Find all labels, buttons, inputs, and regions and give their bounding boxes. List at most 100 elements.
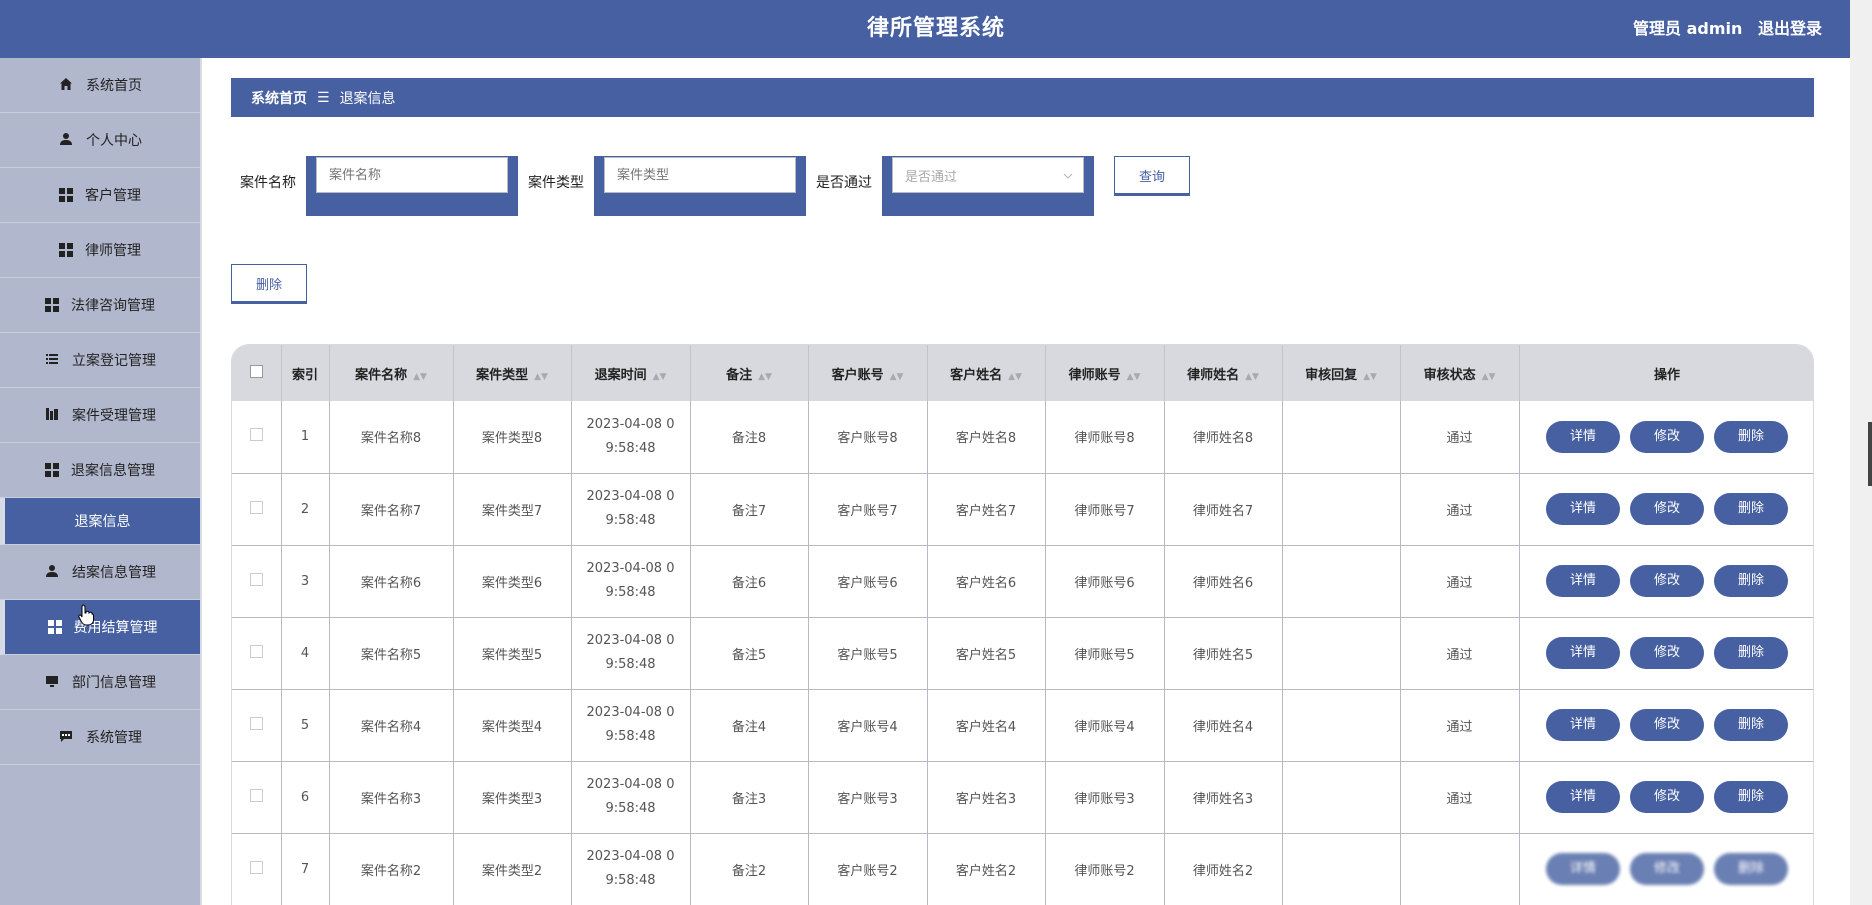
delete-button[interactable]: 删除 bbox=[1714, 781, 1788, 813]
batch-delete-button[interactable]: 删除 bbox=[231, 264, 307, 304]
sidebar-item-label: 法律咨询管理 bbox=[71, 298, 155, 314]
sort-icon[interactable]: ▲▼ bbox=[653, 372, 667, 382]
row-checkbox[interactable] bbox=[249, 572, 263, 586]
sort-icon[interactable]: ▲▼ bbox=[1127, 372, 1141, 382]
delete-button[interactable]: 删除 bbox=[1714, 709, 1788, 741]
sidebar-item-withdrawal-mgmt[interactable]: 退案信息管理 bbox=[0, 443, 200, 498]
detail-button[interactable]: 详情 bbox=[1546, 565, 1620, 597]
row-checkbox-cell[interactable] bbox=[232, 689, 282, 762]
page-scrollbar[interactable] bbox=[1850, 0, 1872, 905]
edit-button[interactable]: 修改 bbox=[1630, 493, 1704, 525]
delete-button[interactable]: 删除 bbox=[1714, 637, 1788, 669]
case-name-label: 案件名称 bbox=[240, 175, 296, 191]
edit-button[interactable]: 修改 bbox=[1630, 709, 1704, 741]
col-header-lawyer-name[interactable]: 律师姓名 ▲▼ bbox=[1164, 345, 1283, 401]
case-type-input[interactable] bbox=[604, 157, 796, 193]
breadcrumb-home[interactable]: 系统首页 bbox=[251, 88, 307, 108]
row-checkbox-cell[interactable] bbox=[232, 473, 282, 546]
sidebar-subitem-withdrawal-info[interactable]: 退案信息 bbox=[0, 498, 200, 545]
select-all-checkbox-cell[interactable] bbox=[232, 345, 282, 401]
delete-button[interactable]: 删除 bbox=[1714, 853, 1788, 885]
col-header-note[interactable]: 备注 ▲▼ bbox=[690, 345, 809, 401]
cell-reply bbox=[1282, 689, 1401, 762]
sidebar-item-clients[interactable]: 客户管理 bbox=[0, 168, 200, 223]
cell-client-account: 客户账号3 bbox=[808, 761, 928, 834]
detail-button[interactable]: 详情 bbox=[1546, 781, 1620, 813]
sidebar: 系统首页 个人中心 客户管理 律师管理 法律咨询管理 立案登记管理 案件受理管理… bbox=[0, 58, 202, 905]
sort-icon[interactable]: ▲▼ bbox=[534, 372, 548, 382]
sort-icon[interactable]: ▲▼ bbox=[890, 372, 904, 382]
breadcrumb-separator-icon: ☰ bbox=[317, 89, 330, 106]
cell-case-type: 案件类型3 bbox=[453, 761, 572, 834]
edit-button[interactable]: 修改 bbox=[1630, 420, 1704, 453]
cell-note: 备注6 bbox=[690, 545, 809, 618]
sidebar-item-label: 退案信息管理 bbox=[71, 463, 155, 479]
cell-actions: 详情 修改 删除 bbox=[1519, 545, 1813, 618]
row-checkbox-cell[interactable] bbox=[232, 833, 282, 905]
sidebar-item-registration[interactable]: 立案登记管理 bbox=[0, 333, 200, 388]
row-checkbox[interactable] bbox=[249, 716, 263, 730]
cell-time-line1: 2023-04-08 0 bbox=[586, 705, 675, 720]
cell-index: 3 bbox=[281, 545, 330, 618]
sidebar-item-acceptance[interactable]: 案件受理管理 bbox=[0, 388, 200, 443]
edit-button[interactable]: 修改 bbox=[1630, 853, 1704, 885]
col-header-client-name[interactable]: 客户姓名 ▲▼ bbox=[927, 345, 1046, 401]
sidebar-item-billing[interactable]: 费用结算管理 bbox=[0, 600, 200, 655]
row-checkbox[interactable] bbox=[249, 644, 263, 658]
cell-status: 通过 bbox=[1400, 473, 1520, 546]
cell-time-line1: 2023-04-08 0 bbox=[586, 777, 675, 792]
row-checkbox[interactable] bbox=[249, 788, 263, 802]
sidebar-item-profile[interactable]: 个人中心 bbox=[0, 113, 200, 168]
edit-button[interactable]: 修改 bbox=[1630, 781, 1704, 813]
sidebar-item-label: 退案信息 bbox=[74, 514, 131, 530]
query-button[interactable]: 查询 bbox=[1114, 156, 1190, 196]
detail-button[interactable]: 详情 bbox=[1546, 853, 1620, 885]
detail-button[interactable]: 详情 bbox=[1546, 637, 1620, 669]
detail-button[interactable]: 详情 bbox=[1546, 709, 1620, 741]
sort-icon[interactable]: ▲▼ bbox=[758, 372, 772, 382]
row-checkbox[interactable] bbox=[249, 500, 263, 514]
select-all-checkbox[interactable] bbox=[249, 364, 263, 378]
sort-icon[interactable]: ▲▼ bbox=[413, 372, 427, 382]
col-header-case-name[interactable]: 案件名称 ▲▼ bbox=[329, 345, 454, 401]
sidebar-item-departments[interactable]: 部门信息管理 bbox=[0, 655, 200, 710]
cell-time-line2: 9:58:48 bbox=[605, 729, 656, 744]
cell-lawyer-account: 律师账号2 bbox=[1045, 833, 1165, 905]
detail-button[interactable]: 详情 bbox=[1546, 493, 1620, 525]
delete-button[interactable]: 删除 bbox=[1714, 493, 1788, 525]
sort-icon[interactable]: ▲▼ bbox=[1245, 372, 1259, 382]
sidebar-item-lawyers[interactable]: 律师管理 bbox=[0, 223, 200, 278]
sort-icon[interactable]: ▲▼ bbox=[1482, 372, 1496, 382]
col-header-reply[interactable]: 审核回复 ▲▼ bbox=[1282, 345, 1401, 401]
delete-button[interactable]: 删除 bbox=[1714, 565, 1788, 597]
cell-time-line2: 9:58:48 bbox=[605, 657, 656, 672]
scroll-thumb[interactable] bbox=[1868, 422, 1872, 486]
col-header-lawyer-account[interactable]: 律师账号 ▲▼ bbox=[1045, 345, 1165, 401]
row-checkbox-cell[interactable] bbox=[232, 401, 282, 474]
edit-button[interactable]: 修改 bbox=[1630, 637, 1704, 669]
case-name-input[interactable] bbox=[316, 157, 508, 193]
sidebar-item-system[interactable]: 系统管理 bbox=[0, 710, 200, 765]
sort-icon[interactable]: ▲▼ bbox=[1363, 372, 1377, 382]
edit-button[interactable]: 修改 bbox=[1630, 565, 1704, 597]
row-checkbox-cell[interactable] bbox=[232, 617, 282, 690]
sidebar-item-home[interactable]: 系统首页 bbox=[0, 58, 200, 113]
col-header-case-type[interactable]: 案件类型 ▲▼ bbox=[453, 345, 572, 401]
sidebar-item-closing[interactable]: 结案信息管理 bbox=[0, 545, 200, 600]
col-header-status[interactable]: 审核状态 ▲▼ bbox=[1400, 345, 1520, 401]
col-header-client-account[interactable]: 客户账号 ▲▼ bbox=[808, 345, 928, 401]
passed-select[interactable]: 是否通过 bbox=[892, 157, 1084, 193]
row-checkbox[interactable] bbox=[249, 428, 263, 442]
cell-client-name: 客户姓名8 bbox=[927, 401, 1046, 474]
row-checkbox-cell[interactable] bbox=[232, 761, 282, 834]
row-checkbox-cell[interactable] bbox=[232, 545, 282, 618]
cell-lawyer-name: 律师姓名3 bbox=[1164, 761, 1283, 834]
col-header-withdraw-time[interactable]: 退案时间 ▲▼ bbox=[571, 345, 691, 401]
sidebar-item-consultation[interactable]: 法律咨询管理 bbox=[0, 278, 200, 333]
sort-icon[interactable]: ▲▼ bbox=[1008, 372, 1022, 382]
main-content: 系统首页 ☰ 退案信息 案件名称 案件类型 是否通过 是否通过 查询 删除 bbox=[202, 58, 1850, 905]
logout-link[interactable]: 退出登录 bbox=[1758, 19, 1822, 38]
row-checkbox[interactable] bbox=[249, 860, 263, 874]
delete-button[interactable]: 删除 bbox=[1714, 420, 1788, 453]
detail-button[interactable]: 详情 bbox=[1546, 420, 1620, 453]
